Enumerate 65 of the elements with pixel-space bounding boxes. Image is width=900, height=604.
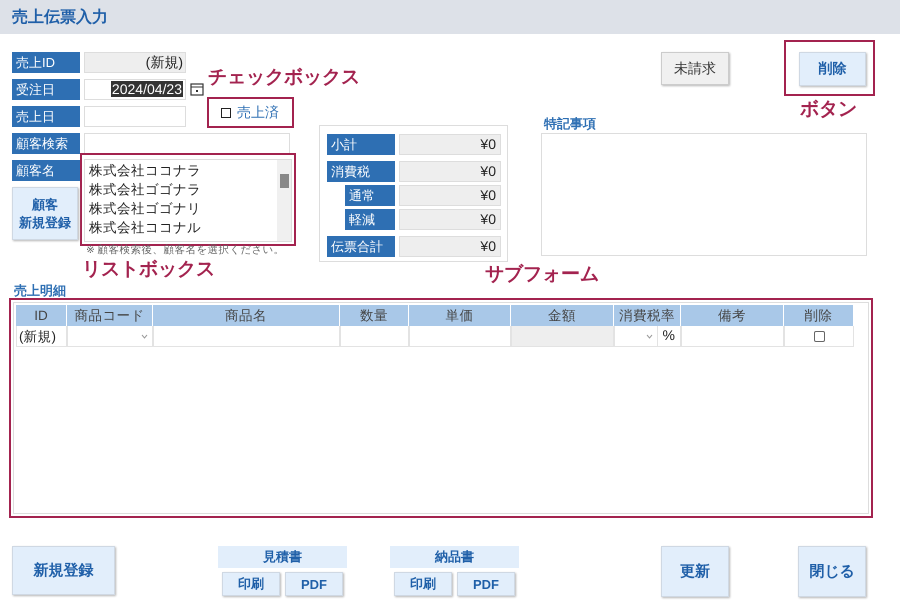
delete-button[interactable]: 削除 [799,52,866,86]
annotation-label: チェックボックス [208,67,360,89]
column-header: 消費税率 [614,305,681,326]
group-title: 見積書 [218,546,347,568]
total-label: 伝票合計 [327,236,395,257]
form-title: 売上伝票入力 [12,7,108,28]
print-button[interactable]: 印刷 [222,572,280,596]
checkbox[interactable] [814,330,824,342]
checkbox-label: 売上済 [237,104,279,122]
annotation-label: リストボックス [82,259,215,281]
total-value: ¥0 [398,161,501,182]
list-item[interactable]: 株式会社ゴゴナリ [89,199,273,218]
calendar-icon[interactable] [190,82,204,96]
total-label: 軽減 [345,209,395,230]
table-cell[interactable]: (新規) [16,326,67,347]
scrollbar[interactable] [277,160,291,241]
annotation-label: サブフォーム [485,264,599,286]
unbilled-button[interactable]: 未請求 [661,52,729,85]
list-item[interactable]: 株式会社ゴゴナラ [89,180,273,199]
date-field[interactable]: 2024/04/23 [84,78,186,100]
field-label: 売上ID [12,52,80,72]
new-record-button[interactable]: 新規登録 [12,546,115,595]
column-header: 備考 [681,305,784,326]
field-label: 売上日 [12,106,80,126]
field-label: 受注日 [12,78,80,100]
section-label: 特記事項 [544,115,596,133]
total-value: ¥0 [398,185,501,206]
field-label: 顧客名 [12,160,80,180]
search-field[interactable] [84,132,290,154]
table-cell[interactable] [681,326,784,347]
field-label: 顧客検索 [12,132,80,154]
checkbox[interactable] [221,108,231,118]
annotation-label: ボタン [800,99,857,121]
id-field: (新規) [84,52,186,72]
group-title: 納品書 [390,546,519,568]
date-field[interactable] [84,106,186,126]
scrollbar-thumb[interactable] [280,174,288,188]
hint-text: ※ 顧客検索後、顧客名を選択ください。 [86,244,285,257]
column-header: 商品コード [67,305,153,326]
column-header: 単価 [409,305,511,326]
total-value: ¥0 [398,134,501,155]
print-button[interactable]: PDF [285,572,343,596]
total-label: 通常 [345,185,395,206]
column-header: ID [16,305,67,326]
update-button[interactable]: 更新 [661,546,729,597]
section-label: 売上明細 [14,282,66,300]
new-customer-button[interactable]: 顧客 新規登録 [12,187,78,240]
total-value: ¥0 [398,236,501,257]
total-value: ¥0 [398,209,501,230]
notes-field[interactable] [541,133,867,256]
list-item[interactable]: 株式会社ココナラ [89,161,273,180]
list-item[interactable]: 株式会社ココナル [89,218,273,237]
column-header: 商品名 [153,305,340,326]
total-label: 消費税 [327,161,395,182]
total-label: 小計 [327,134,395,155]
customer-listbox[interactable]: 株式会社ココナラ 株式会社ゴゴナラ 株式会社ゴゴナリ 株式会社ココナル [84,159,292,242]
caret-icon [141,334,148,338]
print-button[interactable]: PDF [457,572,515,596]
table-cell[interactable] [153,326,340,347]
table-cell[interactable] [340,326,409,347]
column-header: 削除 [784,305,854,326]
close-button[interactable]: 閉じる [798,546,866,597]
print-button[interactable]: 印刷 [394,572,452,596]
column-header: 数量 [340,305,409,326]
column-header: 金額 [511,305,614,326]
